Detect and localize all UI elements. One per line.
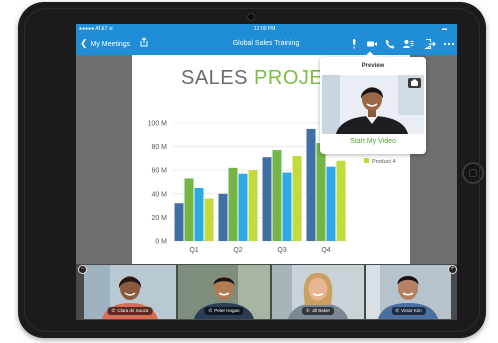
front-camera [247,13,255,21]
participant-name: ✆ Peter Hogan [204,307,244,315]
legend-swatch [364,158,369,163]
y-tick-label: 20 M [151,215,167,222]
x-tick-label: Q3 [277,247,286,254]
bar [272,150,282,241]
app-screen: ●●●●● AT&T ≋ 12:00 PM ▬ ❮ My Meetings Gl… [76,24,457,320]
home-button[interactable] [462,162,484,184]
bar [228,167,238,241]
participant-tile[interactable]: ✆ Peter Hogan [178,265,270,319]
bar [194,187,204,241]
status-time: 12:00 PM [254,26,276,32]
phone-icon: ✆ [395,308,400,313]
self-view-video [322,75,424,134]
y-tick-label: 100 M [148,121,168,128]
bar [292,156,302,241]
video-preview-popover: Preview Start My Video [320,57,426,154]
filmstrip-minimize-button[interactable]: − [78,265,87,274]
back-button[interactable]: ❮ My Meetings [80,38,130,49]
camera-switch-icon[interactable] [408,78,421,88]
battery-icon: ▬ [442,26,447,32]
back-arrow-icon: ❮ [80,38,88,48]
bar [282,172,292,241]
meeting-title: Global Sales Training [232,40,300,47]
phone-icon: ✆ [111,308,116,313]
filmstrip-expand-button[interactable]: + [448,265,457,274]
phone-icon[interactable] [384,38,396,50]
phone-icon: ✆ [305,308,310,313]
bar [326,166,336,241]
status-bar: ●●●●● AT&T ≋ 12:00 PM ▬ [76,24,457,33]
start-my-video-button[interactable]: Start My Video [320,138,426,145]
exit-icon[interactable] [424,38,436,50]
y-tick-label: 80 M [151,144,167,151]
y-tick-label: 40 M [151,191,167,198]
participant-filmstrip: ✆ Clara de Souza ✆ Peter Hogan ✆ Jill Ba… [76,264,457,320]
phone-icon: ✆ [208,308,213,313]
bar [262,157,272,241]
bar [238,173,248,241]
participants-icon[interactable] [402,38,414,50]
bar [184,178,194,241]
back-button-label: My Meetings [90,41,131,48]
y-tick-label: 0 M [155,239,167,246]
participant-name: ✆ Victor Kim [391,307,426,315]
y-tick-label: 60 M [151,168,167,175]
participant-name: ✆ Jill Baker [301,307,335,315]
x-tick-label: Q1 [189,247,198,254]
bar [204,198,214,241]
participant-tile[interactable]: ✆ Victor Kim [366,265,451,319]
participant-tile[interactable]: ✆ Clara de Souza [84,265,176,319]
bar [306,128,316,241]
x-tick-label: Q2 [233,247,242,254]
microphone-icon[interactable] [348,38,360,50]
bar [174,203,184,241]
share-icon[interactable] [139,37,149,47]
bar [316,143,326,241]
carrier-signal: ●●●●● AT&T ≋ [79,26,114,32]
participant-name: ✆ Clara de Souza [107,307,153,315]
top-nav-bar: ❮ My Meetings Global Sales Training [76,33,457,55]
bar [336,160,346,241]
more-icon[interactable] [443,38,455,50]
tablet-frame: ●●●●● AT&T ≋ 12:00 PM ▬ ❮ My Meetings Gl… [18,2,486,338]
x-tick-label: Q4 [321,247,330,254]
bar [218,193,228,241]
preview-title: Preview [361,63,385,69]
bar [248,170,258,241]
participant-tile[interactable]: ✆ Jill Baker [272,265,364,319]
video-camera-icon[interactable] [366,38,378,50]
legend-label: Product 4 [372,159,396,165]
slide-title-part1: SALES [181,67,255,89]
